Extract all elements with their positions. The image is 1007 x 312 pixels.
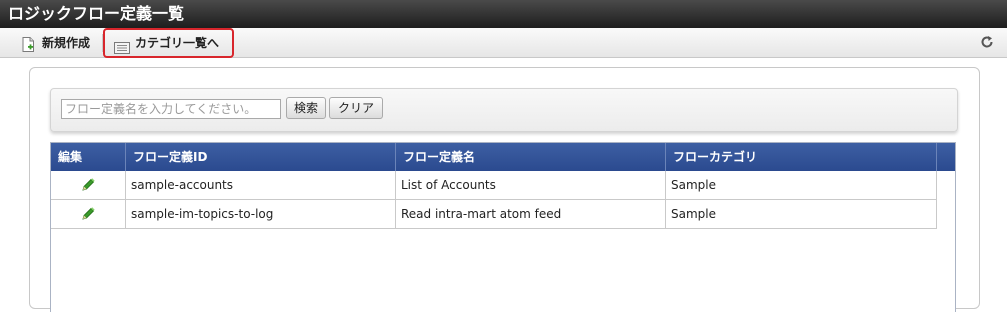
column-header-flow-category[interactable]: フローカテゴリ <box>666 143 937 171</box>
category-list-label: カテゴリ一覧へ <box>135 36 220 50</box>
clear-button[interactable]: クリア <box>329 97 383 119</box>
new-button-label: 新規作成 <box>42 36 91 50</box>
category-list-button[interactable]: カテゴリ一覧へ <box>103 28 234 58</box>
flow-id-cell: sample-accounts <box>126 171 396 199</box>
search-area: 検索 クリア <box>50 88 958 132</box>
flow-definition-table: 編集 フロー定義ID フロー定義名 フローカテゴリ sample-account… <box>50 142 956 312</box>
search-button[interactable]: 検索 <box>286 97 326 119</box>
column-header-flow-name[interactable]: フロー定義名 <box>396 143 666 171</box>
column-header-flow-id[interactable]: フロー定義ID <box>126 143 396 171</box>
toolbar: 新規作成 カテゴリ一覧へ <box>0 28 1007 58</box>
flow-category-cell: Sample <box>666 171 937 199</box>
flow-id-cell: sample-im-topics-to-log <box>126 200 396 228</box>
flow-name-cell: Read intra-mart atom feed <box>396 200 666 228</box>
flow-category-cell: Sample <box>666 200 937 228</box>
table-header: 編集 フロー定義ID フロー定義名 フローカテゴリ <box>51 143 955 171</box>
new-document-icon <box>22 35 34 52</box>
table-row[interactable]: sample-im-topics-to-log Read intra-mart … <box>51 200 937 229</box>
edit-icon[interactable] <box>51 171 126 199</box>
table-row[interactable]: sample-accounts List of Accounts Sample <box>51 171 937 200</box>
search-input[interactable] <box>61 99 281 119</box>
edit-icon[interactable] <box>51 200 126 228</box>
list-icon <box>114 37 130 54</box>
flow-name-cell: List of Accounts <box>396 171 666 199</box>
window-title: ロジックフロー定義一覧 <box>0 0 1007 28</box>
column-header-edit[interactable]: 編集 <box>51 143 126 171</box>
reload-icon[interactable] <box>979 35 995 51</box>
main-panel: 検索 クリア 編集 フロー定義ID フロー定義名 フローカテゴリ sample-… <box>29 67 980 312</box>
